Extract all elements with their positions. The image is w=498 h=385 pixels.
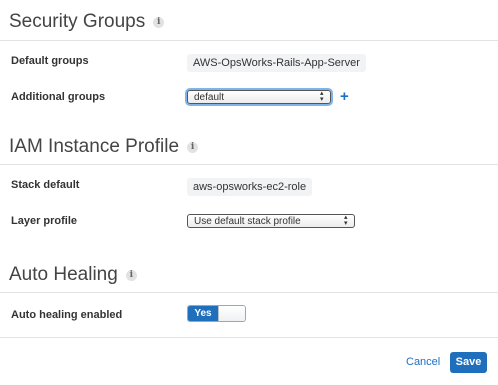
info-icon[interactable]: i — [153, 16, 165, 28]
divider — [0, 40, 498, 41]
toggle-on-label: Yes — [188, 306, 218, 321]
select-arrows-icon: ▴ ▾ — [344, 214, 348, 227]
auto-healing-title: Auto Healing i — [9, 264, 137, 286]
additional-groups-selected: default — [194, 92, 225, 103]
additional-groups-label: Additional groups — [11, 91, 106, 103]
divider — [0, 292, 498, 293]
iam-instance-profile-title: IAM Instance Profile i — [9, 136, 199, 158]
security-groups-title: Security Groups i — [9, 11, 165, 33]
add-security-group-icon[interactable]: + — [340, 88, 349, 105]
stack-default-value: aws-opsworks-ec2-role — [187, 178, 313, 196]
auto-healing-title-text: Auto Healing — [9, 264, 118, 285]
iam-title-text: IAM Instance Profile — [9, 136, 180, 157]
stack-default-label: Stack default — [11, 179, 80, 191]
auto-healing-enabled-label: Auto healing enabled — [11, 309, 123, 321]
divider — [0, 337, 498, 338]
default-groups-value: AWS-OpsWorks-Rails-App-Server — [187, 54, 366, 72]
layer-profile-label: Layer profile — [11, 215, 78, 227]
select-arrows-icon: ▴ ▾ — [320, 90, 324, 103]
layer-profile-selected: Use default stack profile — [194, 216, 301, 227]
save-button[interactable]: Save — [450, 352, 487, 373]
security-groups-title-text: Security Groups — [9, 11, 146, 32]
toggle-knob[interactable] — [218, 306, 245, 321]
info-icon[interactable]: i — [187, 141, 199, 153]
info-icon[interactable]: i — [125, 269, 137, 281]
additional-groups-select[interactable]: default ▴ ▾ — [187, 90, 331, 104]
divider — [0, 164, 498, 165]
default-groups-label: Default groups — [11, 55, 89, 67]
layer-profile-select[interactable]: Use default stack profile ▴ ▾ — [187, 214, 355, 228]
auto-healing-toggle[interactable]: Yes — [187, 305, 246, 322]
cancel-button[interactable]: Cancel — [406, 356, 440, 368]
